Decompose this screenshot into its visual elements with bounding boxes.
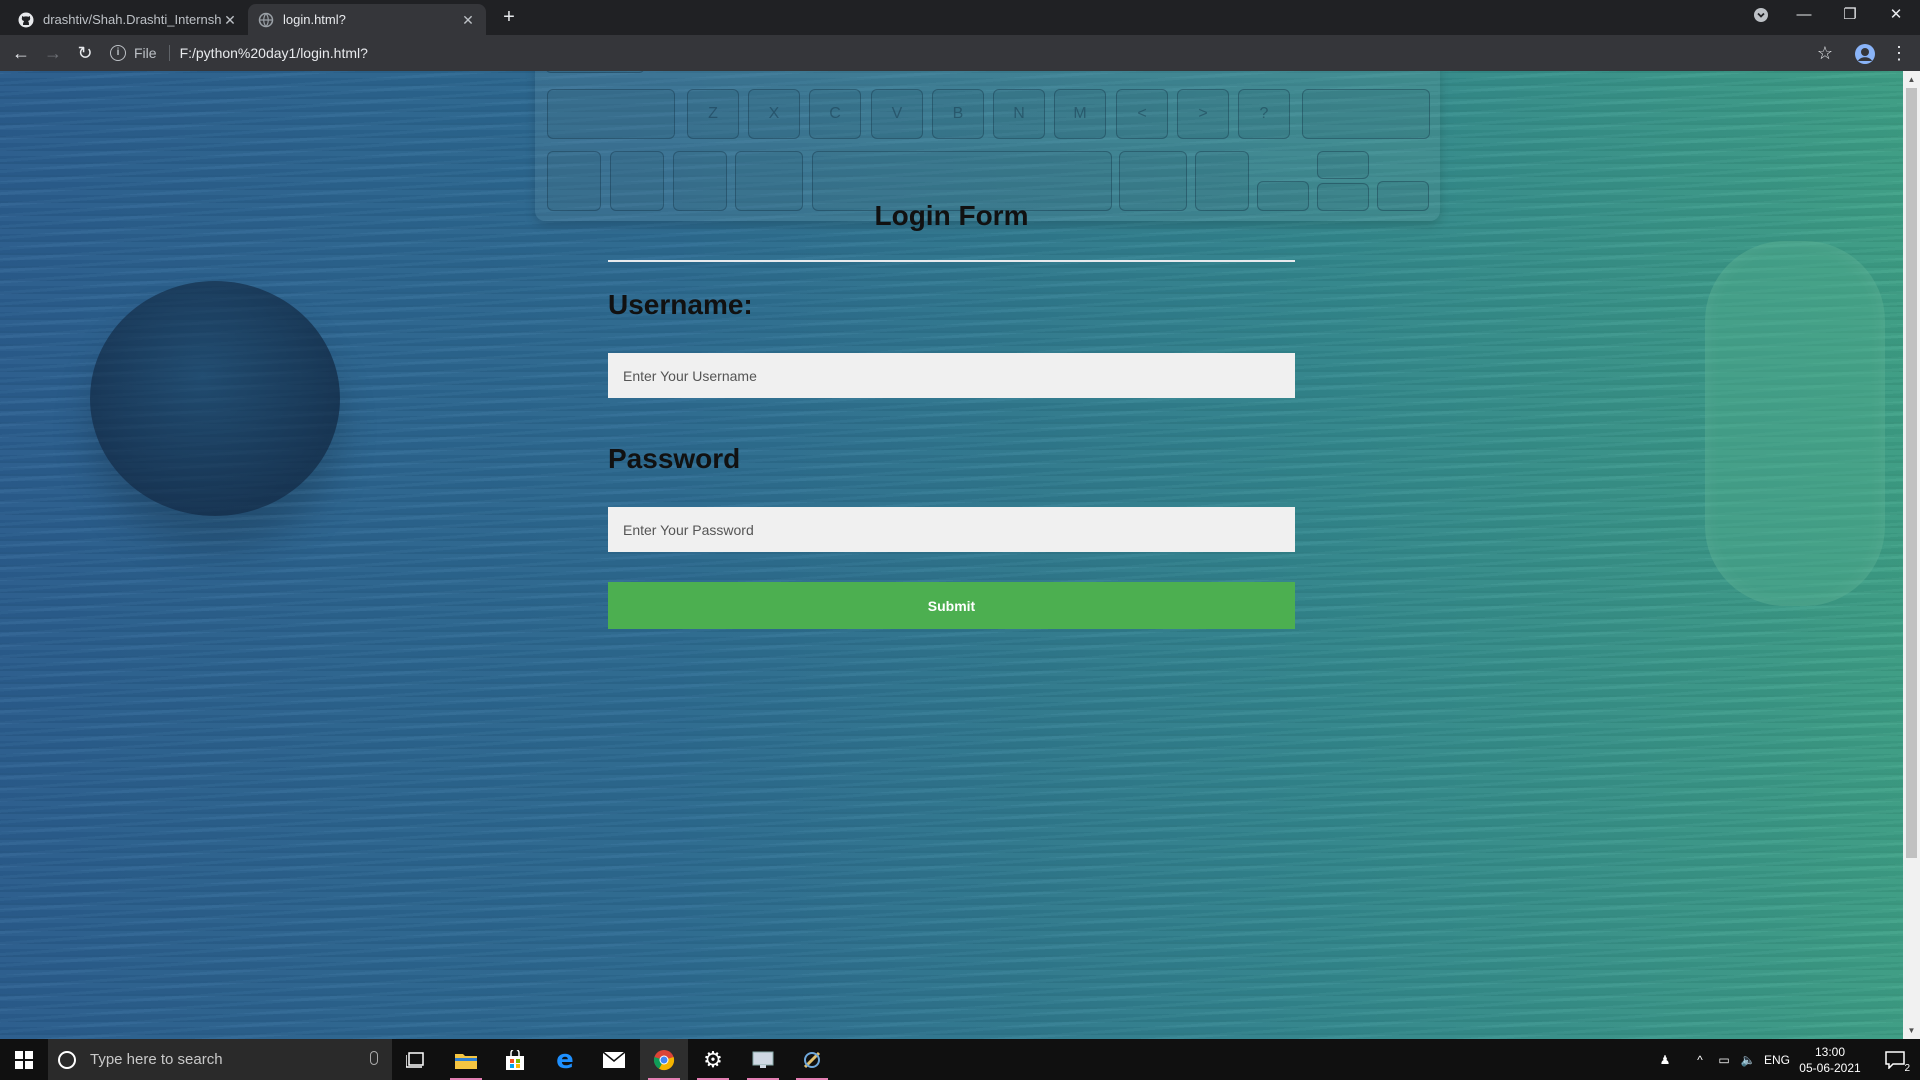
background-key (1317, 151, 1369, 179)
address-bar[interactable]: i File F:/python%20day1/login.html? (110, 39, 1810, 67)
background-key: < (1116, 89, 1168, 139)
background-key (547, 151, 601, 211)
python-idle-icon[interactable] (788, 1039, 836, 1080)
password-label: Password (608, 443, 741, 474)
background-key (1317, 183, 1369, 211)
background-key (545, 71, 645, 73)
close-icon[interactable]: ✕ (460, 12, 476, 28)
show-hidden-icons-chevron-icon[interactable]: ^ (1688, 1039, 1712, 1080)
background-key: Z (687, 89, 739, 139)
background-key: ? (1238, 89, 1290, 139)
globe-icon (258, 12, 274, 28)
address-scheme-label: File (134, 45, 157, 61)
submit-button[interactable]: Submit (608, 582, 1295, 629)
background-key (547, 89, 675, 139)
background-key: V (871, 89, 923, 139)
profile-avatar-icon[interactable] (1853, 41, 1877, 65)
background-key: N (993, 89, 1045, 139)
scroll-down-arrow-icon[interactable]: ▼ (1903, 1022, 1920, 1039)
scroll-up-arrow-icon[interactable]: ▲ (1903, 71, 1920, 88)
new-tab-plus-icon[interactable]: + (498, 6, 520, 28)
back-arrow-icon[interactable]: ← (9, 41, 33, 65)
form-title: Login Form (874, 200, 1029, 231)
background-key: C (809, 89, 861, 139)
microphone-icon[interactable] (370, 1051, 378, 1065)
remote-desktop-icon[interactable] (739, 1039, 787, 1080)
background-mouse-image (1705, 241, 1885, 606)
taskbar-search-box[interactable]: Type here to search (48, 1039, 392, 1080)
tab-login-html[interactable]: login.html? ✕ (248, 4, 486, 35)
cortana-circle-icon (58, 1050, 76, 1069)
chrome-icon[interactable] (640, 1039, 688, 1080)
page-viewport: Z X C V B N M < > ? Login Form Username:… (0, 71, 1920, 1039)
page-scrollbar[interactable]: ▲ ▼ (1903, 71, 1920, 1039)
title-divider (608, 260, 1295, 262)
microsoft-store-icon[interactable] (491, 1039, 539, 1080)
menu-kebab-icon[interactable]: ⋮ (1887, 41, 1911, 65)
background-key: B (932, 89, 984, 139)
windows-start-icon[interactable] (0, 1039, 48, 1080)
bookmark-star-icon[interactable]: ☆ (1813, 41, 1837, 65)
notification-count-badge: 2 (1904, 1063, 1910, 1074)
windows-taskbar: Type here to search e ⚙ ♟ ^ ▭ 🔈 ENG 13:0… (0, 1039, 1920, 1080)
file-explorer-icon[interactable] (442, 1039, 490, 1080)
background-keyboard-image: Z X C V B N M < > ? (535, 71, 1440, 221)
background-key: > (1177, 89, 1229, 139)
browser-tab-bar: drashtiv/Shah.Drashti_Internship ✕ login… (0, 0, 1920, 35)
language-indicator[interactable]: ENG (1760, 1039, 1794, 1080)
background-key (1377, 181, 1429, 211)
restore-icon[interactable]: ❐ (1827, 0, 1873, 30)
username-label: Username: (608, 289, 753, 320)
edge-browser-icon[interactable]: e (541, 1039, 589, 1080)
background-key: M (1054, 89, 1106, 139)
people-icon[interactable]: ♟ (1650, 1039, 1680, 1080)
task-view-icon[interactable] (392, 1039, 440, 1080)
tab-github-repo[interactable]: drashtiv/Shah.Drashti_Internship ✕ (8, 4, 248, 35)
github-icon (18, 12, 34, 28)
taskbar-clock[interactable]: 13:00 05-06-2021 (1790, 1039, 1870, 1080)
minimize-icon[interactable]: — (1781, 0, 1827, 30)
tab-title: login.html? (283, 12, 346, 27)
clock-date: 05-06-2021 (1799, 1060, 1861, 1075)
reload-icon[interactable]: ↻ (73, 41, 97, 65)
background-apple-image (90, 281, 340, 516)
address-url[interactable]: F:/python%20day1/login.html? (180, 45, 368, 61)
username-input[interactable] (608, 353, 1295, 398)
window-close-icon[interactable]: ✕ (1873, 0, 1919, 30)
background-key: X (748, 89, 800, 139)
tab-search-dropdown-icon[interactable] (1738, 0, 1784, 30)
battery-icon[interactable]: ▭ (1712, 1039, 1736, 1080)
close-icon[interactable]: ✕ (222, 12, 238, 28)
settings-gear-icon[interactable]: ⚙ (689, 1039, 737, 1080)
password-input[interactable] (608, 507, 1295, 552)
forward-arrow-icon[interactable]: → (41, 41, 65, 65)
taskbar-search-placeholder: Type here to search (90, 1051, 223, 1068)
clock-time: 13:00 (1814, 1044, 1846, 1059)
info-icon[interactable]: i (110, 45, 126, 61)
address-divider (168, 45, 170, 61)
background-key (1302, 89, 1430, 139)
scrollbar-thumb[interactable] (1906, 88, 1917, 858)
browser-toolbar: ← → ↻ i File F:/python%20day1/login.html… (0, 35, 1920, 71)
mail-icon[interactable] (590, 1039, 638, 1080)
action-center-icon[interactable]: 2 (1870, 1039, 1920, 1080)
volume-icon[interactable]: 🔈 (1736, 1039, 1760, 1080)
tab-title: drashtiv/Shah.Drashti_Internship (43, 12, 222, 27)
